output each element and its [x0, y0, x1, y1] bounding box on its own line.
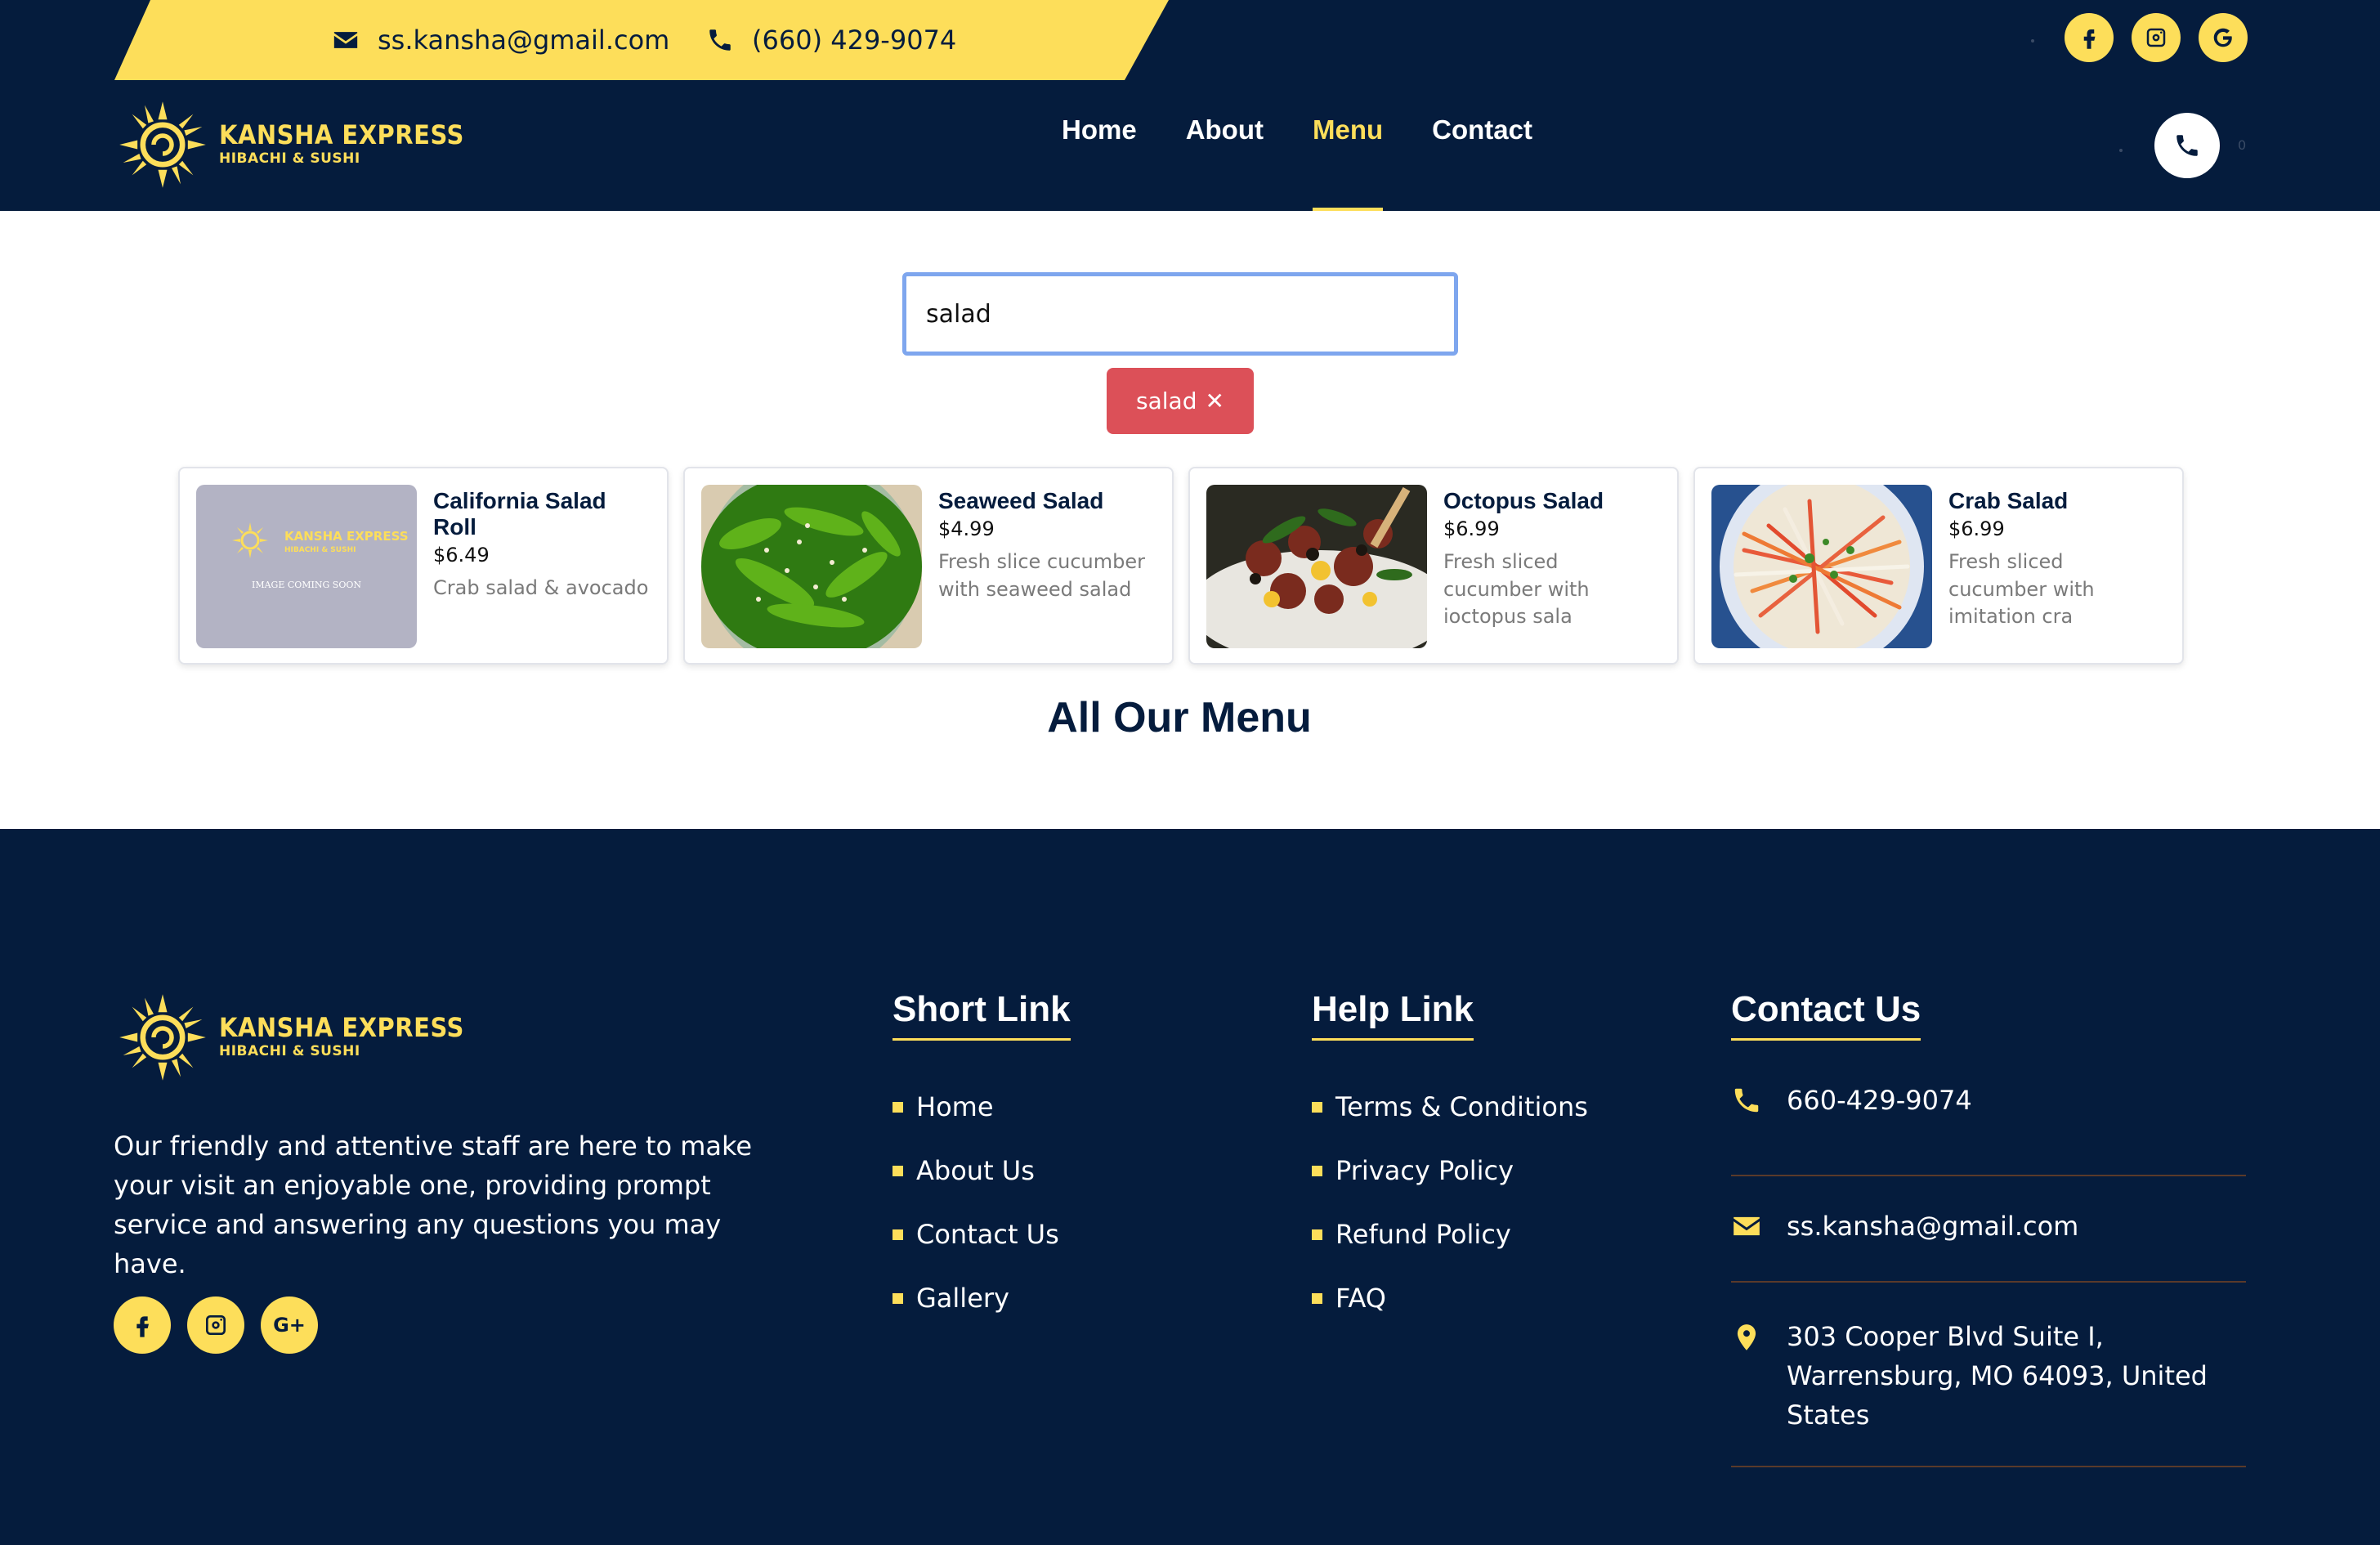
menu-card-image-crab [1711, 485, 1932, 648]
footer-email-text: ss.kansha@gmail.com [1787, 1211, 2079, 1242]
footer-help-links: Help Link Terms & Conditions Privacy Pol… [1312, 989, 1588, 1330]
menu-card-price: $6.99 [1443, 517, 1500, 541]
sun-logo-icon [119, 101, 206, 188]
nav-about[interactable]: About [1186, 114, 1264, 211]
instagram-icon[interactable] [187, 1296, 244, 1354]
phone-icon [709, 29, 731, 51]
menu-card-price: $4.99 [938, 517, 995, 541]
filter-tag-label: salad [1136, 387, 1197, 414]
facebook-icon[interactable] [114, 1296, 171, 1354]
nav-home[interactable]: Home [1062, 114, 1137, 211]
footer-link[interactable]: Refund Policy [1312, 1202, 1588, 1266]
menu-card-image-seaweed [701, 485, 922, 648]
menu-card[interactable]: Crab Salad $6.99 Fresh sliced cucumber w… [1693, 467, 2184, 665]
menu-card[interactable]: KANSHA EXPRESS HIBACHI & SUSHI IMAGE COM… [178, 467, 669, 665]
site-header: ss.kansha@gmail.com (660) 429-9074 KANSH… [0, 0, 2380, 211]
google-icon[interactable] [2199, 13, 2248, 62]
nav-menu[interactable]: Menu [1312, 114, 1384, 211]
footer-about-text: Our friendly and attentive staff are her… [114, 1131, 753, 1279]
menu-search-input[interactable] [902, 272, 1458, 356]
menu-card[interactable]: Seaweed Salad $4.99 Fresh slice cucumber… [683, 467, 1174, 665]
section-title: All Our Menu [1047, 694, 1312, 741]
footer-link[interactable]: Gallery [892, 1266, 1071, 1330]
menu-card-title: California Salad Roll [433, 488, 606, 540]
svg-text:HIBACHI & SUSHI: HIBACHI & SUSHI [284, 546, 356, 554]
footer-logo[interactable]: KANSHA EXPRESS HIBACHI & SUSHI [118, 992, 464, 1082]
footer-address: 303 Cooper Blvd Suite I, Warrensburg, MO… [1731, 1283, 2246, 1467]
footer-contact: Contact Us 660-429-9074 ss.kansha@gmail.… [1731, 989, 2246, 1467]
brand-name: KANSHA EXPRESS [219, 1012, 464, 1043]
footer-link[interactable]: Terms & Conditions [1312, 1075, 1588, 1139]
menu-card[interactable]: Octopus Salad $6.99 Fresh sliced cucumbe… [1188, 467, 1679, 665]
footer-short-links: Short Link Home About Us Contact Us Gall… [892, 989, 1071, 1330]
sun-logo-icon [119, 994, 206, 1081]
envelope-icon [1734, 1216, 1760, 1236]
menu-card-price: $6.49 [433, 544, 490, 567]
topbar-email[interactable]: ss.kansha@gmail.com [332, 0, 669, 80]
facebook-icon[interactable] [2065, 13, 2114, 62]
menu-results: KANSHA EXPRESS HIBACHI & SUSHI IMAGE COM… [178, 467, 2184, 665]
envelope-icon [333, 32, 358, 48]
menu-card-title: Seaweed Salad [938, 488, 1104, 513]
footer-link[interactable]: FAQ [1312, 1266, 1588, 1330]
svg-text:KANSHA EXPRESS: KANSHA EXPRESS [284, 529, 409, 544]
topbar-email-text: ss.kansha@gmail.com [378, 25, 670, 56]
nav-contact[interactable]: Contact [1432, 114, 1532, 211]
decor-dot [2031, 39, 2034, 43]
menu-card-price: $6.99 [1948, 517, 2005, 541]
footer-heading: Short Link [892, 989, 1071, 1041]
menu-card-image-octopus [1206, 485, 1427, 648]
footer-address-text: 303 Cooper Blvd Suite I, Warrensburg, MO… [1787, 1321, 2208, 1431]
site-footer: KANSHA EXPRESS HIBACHI & SUSHI Our frien… [0, 829, 2380, 1545]
instagram-icon[interactable] [2132, 13, 2181, 62]
footer-phone-text: 660-429-9074 [1787, 1085, 1972, 1116]
footer-link[interactable]: Contact Us [892, 1202, 1071, 1266]
google-plus-icon[interactable]: G+ [261, 1296, 318, 1354]
brand-name: KANSHA EXPRESS [219, 119, 464, 150]
call-button[interactable] [2154, 113, 2220, 178]
header-logo[interactable]: KANSHA EXPRESS HIBACHI & SUSHI [118, 100, 464, 190]
footer-heading: Contact Us [1731, 989, 1921, 1041]
phone-icon [1734, 1088, 1759, 1113]
menu-card-title: Octopus Salad [1443, 488, 1604, 513]
decor-dot [2119, 149, 2123, 152]
footer-link[interactable]: Privacy Policy [1312, 1139, 1588, 1202]
topbar-phone[interactable]: (660) 429-9074 [706, 0, 956, 80]
menu-card-description: Crab salad & avocado [433, 576, 649, 600]
menu-card-description: Fresh sliced cucumber with ioctopus sala [1443, 550, 1590, 629]
main-nav: Home About Menu Contact [1062, 114, 1581, 211]
menu-card-description: Fresh sliced cucumber with imitation cra [1948, 550, 2095, 629]
phone-icon [2176, 135, 2198, 156]
footer-link[interactable]: About Us [892, 1139, 1071, 1202]
footer-email[interactable]: ss.kansha@gmail.com [1731, 1176, 2246, 1283]
footer-social: G+ [114, 1296, 318, 1354]
topbar-social [2065, 13, 2248, 62]
cart-count: 0 [2238, 137, 2247, 153]
menu-card-title: Crab Salad [1948, 488, 2069, 513]
image-placeholder-text: IMAGE COMING SOON [252, 580, 361, 590]
brand-subtitle: HIBACHI & SUSHI [219, 150, 360, 167]
active-filter-tag[interactable]: salad ✕ [1107, 368, 1254, 434]
footer-heading: Help Link [1312, 989, 1474, 1041]
menu-card-image-placeholder: KANSHA EXPRESS HIBACHI & SUSHI IMAGE COM… [196, 485, 417, 648]
location-pin-icon [1737, 1324, 1756, 1350]
topbar-phone-text: (660) 429-9074 [752, 25, 957, 56]
footer-phone[interactable]: 660-429-9074 [1731, 1082, 2246, 1176]
footer-link[interactable]: Home [892, 1075, 1071, 1139]
menu-card-description: Fresh slice cucumber with seaweed salad [938, 550, 1145, 601]
brand-subtitle: HIBACHI & SUSHI [219, 1043, 360, 1059]
close-icon[interactable]: ✕ [1206, 387, 1224, 414]
